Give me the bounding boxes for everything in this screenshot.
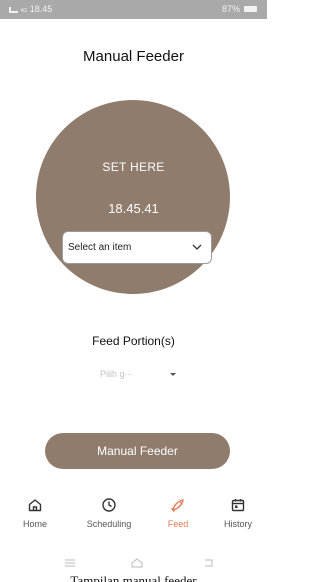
status-bar: 4G 18.45 87% xyxy=(0,0,267,19)
home-icon xyxy=(28,499,42,512)
feed-portion-select[interactable]: Pilih g··· xyxy=(96,368,186,382)
figure-caption: Tampilan manual feeder xyxy=(70,573,197,582)
back-icon[interactable] xyxy=(202,558,214,568)
feed-portion-placeholder: Pilih g··· xyxy=(100,369,134,379)
item-select-dropdown[interactable]: Select an item xyxy=(62,231,212,264)
battery-percent: 87% xyxy=(221,4,240,14)
fish-icon xyxy=(171,499,184,512)
page-title: Manual Feeder xyxy=(83,48,184,65)
signal-text: 4G xyxy=(20,8,28,14)
feed-portion-label: Feed Portion(s) xyxy=(92,334,175,348)
manual-feeder-button[interactable]: Manual Feeder xyxy=(45,433,230,469)
nav-label-feed: Feed xyxy=(167,519,189,529)
bottom-nav: Home Scheduling Feed History xyxy=(0,495,267,545)
signal-icon xyxy=(9,6,18,13)
nav-item-scheduling[interactable]: Scheduling xyxy=(77,495,141,539)
calendar-icon xyxy=(231,499,245,512)
nav-item-home[interactable]: Home xyxy=(3,495,67,539)
nav-label-scheduling: Scheduling xyxy=(86,519,132,529)
clock-icon xyxy=(102,498,116,512)
current-time-value[interactable]: 18.45.41 xyxy=(0,201,267,216)
caret-down-icon xyxy=(170,373,176,376)
time-setter-circle xyxy=(36,100,230,294)
status-right: 87% xyxy=(222,4,257,14)
nav-item-history[interactable]: History xyxy=(206,495,270,539)
home-outline-icon[interactable] xyxy=(131,558,143,568)
nav-label-home: Home xyxy=(22,519,47,529)
battery-icon xyxy=(244,6,257,12)
system-nav-bar xyxy=(0,555,267,571)
chevron-down-icon xyxy=(192,244,202,250)
status-left: 4G 18.45 xyxy=(9,4,52,14)
nav-item-feed[interactable]: Feed xyxy=(146,495,210,539)
status-time: 18.45 xyxy=(29,4,53,14)
nav-label-history: History xyxy=(223,519,252,529)
item-select-value: Select an item xyxy=(68,242,132,253)
menu-icon[interactable] xyxy=(64,558,76,568)
set-here-heading: SET HERE xyxy=(102,160,165,174)
